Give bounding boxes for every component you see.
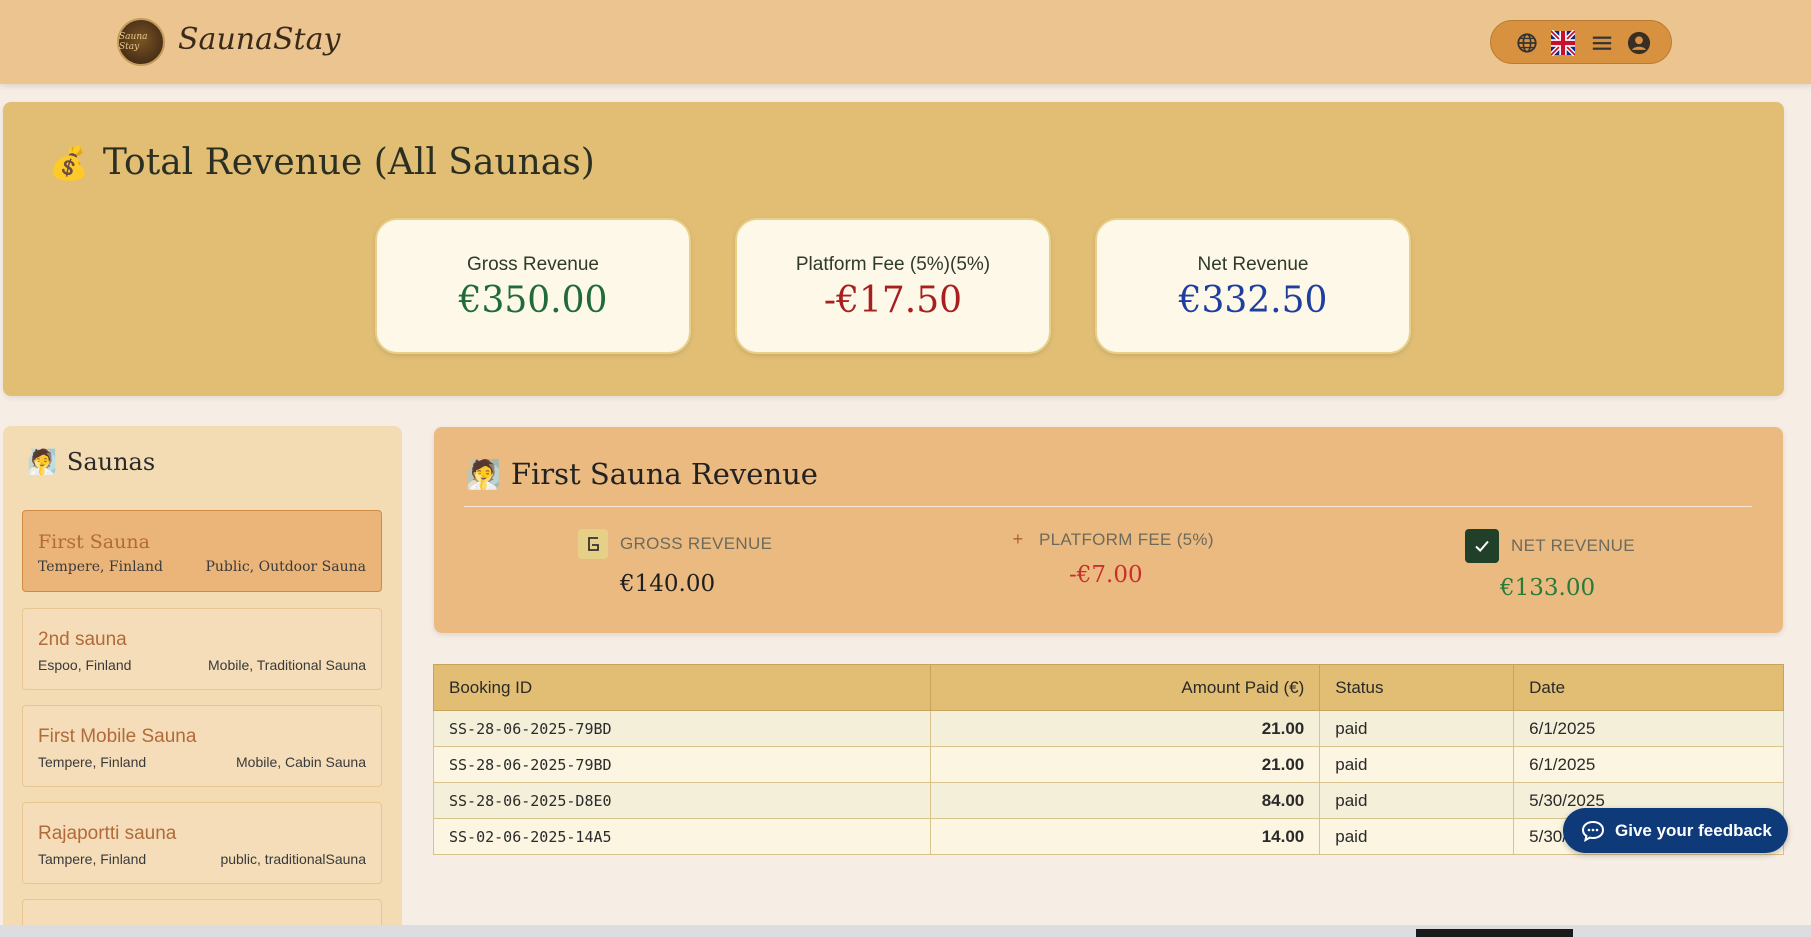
status-cell: paid <box>1319 746 1515 783</box>
stat-label: GROSS REVENUE <box>620 534 773 553</box>
amount-cell: 21.00 <box>929 710 1321 747</box>
date-cell: 6/1/2025 <box>1513 746 1784 783</box>
brand-name[interactable]: SaunaStay <box>178 22 340 57</box>
saunas-heading: 🧖 Saunas <box>27 448 155 476</box>
stat-net-revenue: NET REVENUE €133.00 <box>1465 529 1635 601</box>
table-header-row: Booking ID Amount Paid (€) Status Date <box>433 664 1784 711</box>
table-row[interactable]: SS-28-06-2025-79BD 21.00 paid 6/1/2025 <box>433 710 1784 747</box>
feedback-button[interactable]: Give your feedback <box>1563 808 1788 853</box>
status-cell: paid <box>1319 782 1515 819</box>
stat-value: -€7.00 <box>1069 562 1143 588</box>
plus-icon: + <box>1012 529 1024 549</box>
sauna-revenue-heading: 🧖 First Sauna Revenue <box>466 457 818 491</box>
top-header: Sauna Stay SaunaStay <box>0 0 1811 84</box>
taskbar-item <box>1416 929 1573 937</box>
sauna-item-2nd-sauna[interactable]: 2nd sauna Espoo, Finland Mobile, Traditi… <box>22 608 382 690</box>
amount-cell: 84.00 <box>929 782 1321 819</box>
sauna-item-type: Public, Outdoor Sauna <box>205 559 367 575</box>
nav-pill <box>1490 20 1672 64</box>
saunas-title: Saunas <box>66 448 156 476</box>
status-cell: paid <box>1319 818 1515 855</box>
sauna-item-type: Mobile, Cabin Sauna <box>236 754 366 770</box>
sauna-item-first-mobile-sauna[interactable]: First Mobile Sauna Tempere, Finland Mobi… <box>22 705 382 787</box>
net-revenue-card: Net Revenue €332.50 <box>1095 218 1411 354</box>
stat-value: €133.00 <box>1500 575 1596 601</box>
gross-revenue-label: Gross Revenue <box>466 254 599 275</box>
sauna-item-name: First Sauna <box>38 531 150 553</box>
gross-icon <box>578 529 608 559</box>
column-header-status[interactable]: Status <box>1319 664 1515 711</box>
logo-icon[interactable]: Sauna Stay <box>117 18 165 66</box>
column-header-amount[interactable]: Amount Paid (€) <box>929 664 1321 711</box>
sauna-item-first-sauna[interactable]: First Sauna Tempere, Finland Public, Out… <box>22 510 382 592</box>
user-account-icon[interactable] <box>1627 31 1651 55</box>
status-cell: paid <box>1319 710 1515 747</box>
stat-label: NET REVENUE <box>1511 536 1635 555</box>
amount-cell: 21.00 <box>929 746 1321 783</box>
uk-flag-icon[interactable] <box>1551 30 1575 56</box>
gross-revenue-value: €350.00 <box>458 280 608 321</box>
sauna-item-name: 2nd sauna <box>38 629 127 650</box>
divider <box>464 506 1752 507</box>
sauna-revenue-title: First Sauna Revenue <box>510 457 818 491</box>
gross-revenue-card: Gross Revenue €350.00 <box>375 218 691 354</box>
total-revenue-heading: 💰 Total Revenue (All Saunas) <box>49 142 595 183</box>
sauna-item-rajaportti-sauna[interactable]: Rajaportti sauna Tampere, Finland public… <box>22 802 382 884</box>
sauna-item-location: Espoo, Finland <box>38 657 132 673</box>
booking-id-cell: SS-28-06-2025-D8E0 <box>433 782 931 819</box>
stat-platform-fee: + PLATFORM FEE (5%) -€7.00 <box>1009 529 1214 588</box>
sauna-item-location: Tampere, Finland <box>38 851 147 867</box>
sauna-person-icon: 🧖 <box>466 457 501 491</box>
total-revenue-section: 💰 Total Revenue (All Saunas) Gross Reven… <box>3 102 1784 396</box>
money-bag-icon: 💰 <box>49 143 89 182</box>
net-revenue-value: €332.50 <box>1178 280 1328 321</box>
sauna-item-type: public, traditionalSauna <box>220 851 366 867</box>
column-header-booking-id[interactable]: Booking ID <box>433 664 931 711</box>
logo-text: Sauna Stay <box>119 32 148 52</box>
column-header-date[interactable]: Date <box>1513 664 1784 711</box>
saunas-sidebar: 🧖 Saunas First Sauna Tempere, Finland Pu… <box>3 426 402 937</box>
stat-label: PLATFORM FEE (5%) <box>1039 529 1214 549</box>
hamburger-menu-icon[interactable] <box>1590 31 1614 55</box>
booking-id-cell: SS-28-06-2025-79BD <box>433 746 931 783</box>
platform-fee-card: Platform Fee (5%)(5%) -€17.50 <box>735 218 1051 354</box>
table-row[interactable]: SS-28-06-2025-79BD 21.00 paid 6/1/2025 <box>433 746 1784 783</box>
date-cell: 6/1/2025 <box>1513 710 1784 747</box>
globe-icon[interactable] <box>1515 31 1539 55</box>
feedback-label: Give your feedback <box>1615 820 1772 840</box>
amount-cell: 14.00 <box>929 818 1321 855</box>
stat-value: €140.00 <box>620 571 716 597</box>
sauna-item-location: Tempere, Finland <box>38 754 147 770</box>
platform-fee-value: -€17.50 <box>823 280 963 321</box>
sauna-item-name: Rajaportti sauna <box>38 823 177 844</box>
check-icon <box>1465 529 1499 563</box>
platform-fee-label: Platform Fee (5%)(5%) <box>795 254 991 275</box>
stat-gross-revenue: GROSS REVENUE €140.00 <box>578 529 772 597</box>
sauna-person-icon: 🧖 <box>27 448 57 476</box>
net-revenue-label: Net Revenue <box>1197 254 1309 275</box>
total-revenue-title: Total Revenue (All Saunas) <box>102 142 595 183</box>
sauna-item-location: Tempere, Finland <box>38 559 163 575</box>
sauna-revenue-panel: 🧖 First Sauna Revenue GROSS REVENUE €140… <box>434 427 1783 633</box>
chat-icon <box>1581 820 1605 842</box>
sauna-item-type: Mobile, Traditional Sauna <box>208 657 366 673</box>
booking-id-cell: SS-02-06-2025-14A5 <box>433 818 931 855</box>
sauna-item-name: First Mobile Sauna <box>38 726 197 747</box>
booking-id-cell: SS-28-06-2025-79BD <box>433 710 931 747</box>
